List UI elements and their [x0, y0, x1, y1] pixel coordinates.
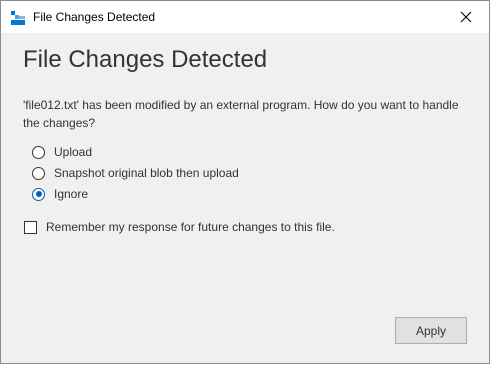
snapshot-upload-radio[interactable] — [32, 166, 45, 180]
option-upload[interactable]: Upload — [32, 143, 92, 161]
apply-button[interactable]: Apply — [395, 317, 467, 344]
snapshot-upload-label: Snapshot original blob then upload — [54, 166, 239, 180]
close-button[interactable] — [443, 1, 489, 33]
dialog-message: 'file012.txt' has been modified by an ex… — [23, 98, 459, 130]
window-title: File Changes Detected — [33, 10, 156, 24]
option-snapshot-upload[interactable]: Snapshot original blob then upload — [32, 164, 239, 182]
dialog-window: File Changes Detected File Changes Detec… — [0, 0, 490, 364]
ignore-label: Ignore — [54, 187, 89, 201]
remember-option[interactable]: Remember my response for future changes … — [24, 218, 335, 236]
title-bar: File Changes Detected — [1, 1, 489, 33]
option-ignore[interactable]: Ignore — [32, 185, 88, 203]
page-title: File Changes Detected — [23, 46, 268, 73]
remember-label: Remember my response for future changes … — [46, 220, 335, 234]
remember-checkbox[interactable] — [24, 220, 37, 234]
ignore-radio[interactable] — [32, 187, 45, 201]
upload-label: Upload — [54, 145, 93, 159]
storage-explorer-icon — [10, 10, 26, 26]
close-icon — [460, 11, 472, 23]
dialog-content: File Changes Detected 'file012.txt' has … — [1, 33, 489, 363]
upload-radio[interactable] — [32, 145, 45, 159]
